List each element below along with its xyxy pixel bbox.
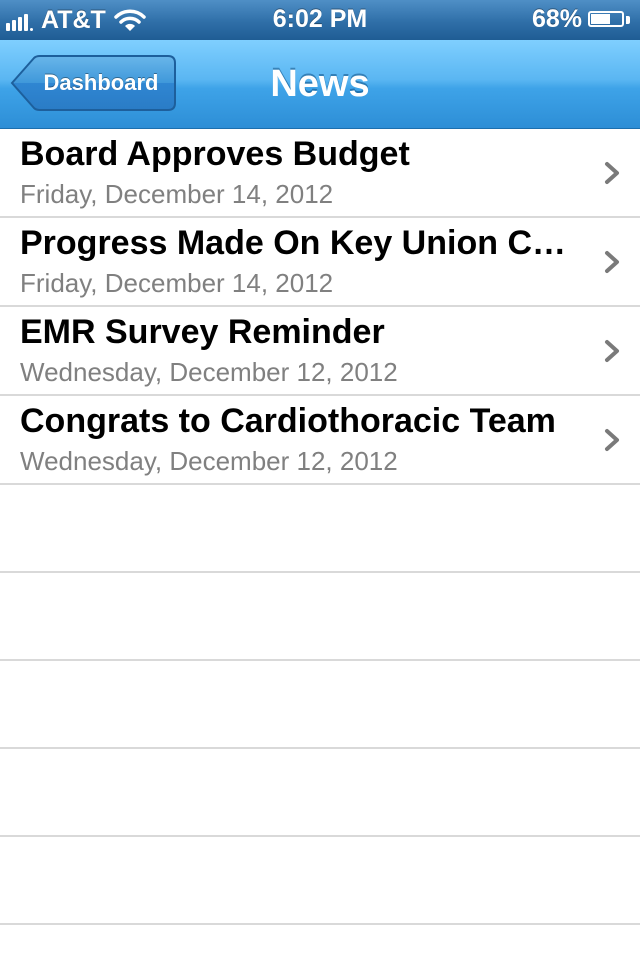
news-item-date: Wednesday, December 12, 2012 [20,357,398,387]
chevron-right-icon [605,162,619,184]
news-list: Board Approves Budget Friday, December 1… [0,129,640,925]
chevron-right-icon [605,429,619,451]
news-item[interactable]: Progress Made On Key Union Contract Nego… [0,218,640,307]
news-item-title: Board Approves Budget [20,135,410,173]
status-bar: AT&T 6:02 PM 68% [0,0,640,40]
chevron-right-icon [605,251,619,273]
battery-icon [588,10,630,29]
empty-row [0,661,640,749]
news-item[interactable]: Congrats to Cardiothoracic Team Wednesda… [0,396,640,485]
news-item[interactable]: EMR Survey Reminder Wednesday, December … [0,307,640,396]
empty-row [0,573,640,661]
news-item-date: Friday, December 14, 2012 [20,179,334,209]
dashboard-back-button[interactable]: Dashboard [10,55,176,111]
news-item[interactable]: Board Approves Budget Friday, December 1… [0,129,640,218]
status-right: 68% [532,5,630,34]
navigation-bar: Dashboard News [0,40,640,129]
chevron-right-icon [605,340,619,362]
news-item-title: Progress Made On Key Union Contract Nego… [20,224,580,262]
news-item-title: EMR Survey Reminder [20,313,385,351]
battery-percent: 68% [531,5,582,33]
news-item-title: Congrats to Cardiothoracic Team [20,402,556,440]
news-item-date: Wednesday, December 12, 2012 [20,446,398,476]
empty-row [0,749,640,837]
back-button-label: Dashboard [43,70,159,95]
empty-row [0,837,640,925]
news-item-date: Friday, December 14, 2012 [20,268,334,298]
empty-row [0,485,640,573]
page-title: News [270,63,370,105]
